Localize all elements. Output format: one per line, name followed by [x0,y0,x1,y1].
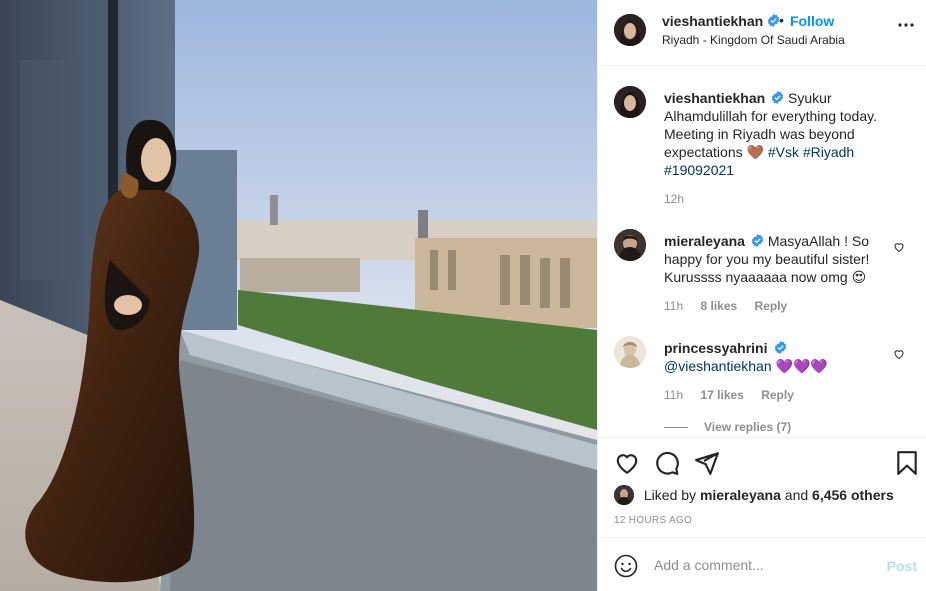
comment-input[interactable] [654,554,874,576]
header-username[interactable]: vieshantiekhan [662,13,780,29]
comment-meta: 11h 17 likes Reply [664,388,808,402]
verified-icon [751,234,764,247]
add-comment-bar: Post [598,537,926,591]
heart-icon[interactable] [614,450,640,476]
post-button[interactable]: Post [887,558,917,574]
post-timestamp[interactable]: 12 HOURS AGO [614,515,692,526]
mention-link[interactable]: @vieshantiekhan [664,358,772,374]
hashtag-link[interactable]: #19092021 [664,162,734,178]
caption-username[interactable]: vieshantiekhan [664,90,765,106]
comment-likes[interactable]: 17 likes [700,388,743,402]
view-replies-label[interactable]: View replies (7) [704,420,791,434]
reply-button[interactable]: Reply [761,388,794,402]
comment-time[interactable]: 11h [664,299,683,313]
caption-emoji: 🤎 [746,144,764,160]
verified-icon [774,341,786,354]
liked-by-prefix: Liked by [643,487,697,503]
caption-text: vieshantiekhan Syukur Alhamdulillah for … [664,89,892,179]
photo-image [0,0,597,591]
heart-icon[interactable] [893,241,905,253]
avatar[interactable] [614,14,646,46]
comment-icon[interactable] [654,450,680,476]
comments-list[interactable]: vieshantiekhan Syukur Alhamdulillah for … [598,66,926,437]
location-link[interactable]: Riyadh - Kingdom Of Saudi Arabia [662,33,845,47]
caption-meta: 12h [664,192,698,206]
share-icon[interactable] [694,450,720,476]
liked-by-and: and [784,487,809,503]
avatar[interactable] [614,485,634,505]
view-replies-button[interactable]: View replies (7) [664,420,791,434]
reply-button[interactable]: Reply [755,299,788,313]
post-header: vieshantiekhan • Follow Riyadh - Kingdom… [598,0,926,66]
heart-icon[interactable] [893,348,905,360]
header-username-text[interactable]: vieshantiekhan [662,13,763,29]
liked-by-others[interactable]: 6,456 others [812,487,894,503]
avatar[interactable] [614,336,646,368]
liked-by-user[interactable]: mieraleyana [700,487,781,503]
comment-time[interactable]: 11h [664,388,683,402]
dot-separator: • [779,12,784,28]
post-photo[interactable] [0,0,597,591]
emoji-icon[interactable] [614,554,638,578]
hashtag-link[interactable]: #Riyadh [803,144,854,160]
comment-text: mieraleyana MasyaAllah ! So happy for yo… [664,232,892,286]
avatar[interactable] [614,86,646,118]
comment-likes[interactable]: 8 likes [700,299,737,313]
follow-button[interactable]: Follow [790,13,834,29]
verified-icon [772,91,784,104]
comment-emoji: 😍 [851,269,867,285]
comment-emoji: 💜💜💜 [775,358,828,374]
replies-divider [664,427,688,429]
likes-summary: Liked by mieraleyana and 6,456 others [614,485,894,505]
avatar[interactable] [614,229,646,261]
comment-text: princessyahrini @vieshantiekhan 💜💜💜 [664,339,892,375]
more-icon[interactable] [897,22,915,28]
comment-username[interactable]: princessyahrini [664,340,768,356]
hashtag-link[interactable]: #Vsk [768,144,799,160]
caption-time[interactable]: 12h [664,192,684,206]
action-bar: Liked by mieraleyana and 6,456 others 12… [598,437,926,537]
save-icon[interactable] [894,450,920,476]
post-details-panel: vieshantiekhan • Follow Riyadh - Kingdom… [597,0,926,591]
comment-meta: 11h 8 likes Reply [664,299,801,313]
comment-username[interactable]: mieraleyana [664,233,745,249]
